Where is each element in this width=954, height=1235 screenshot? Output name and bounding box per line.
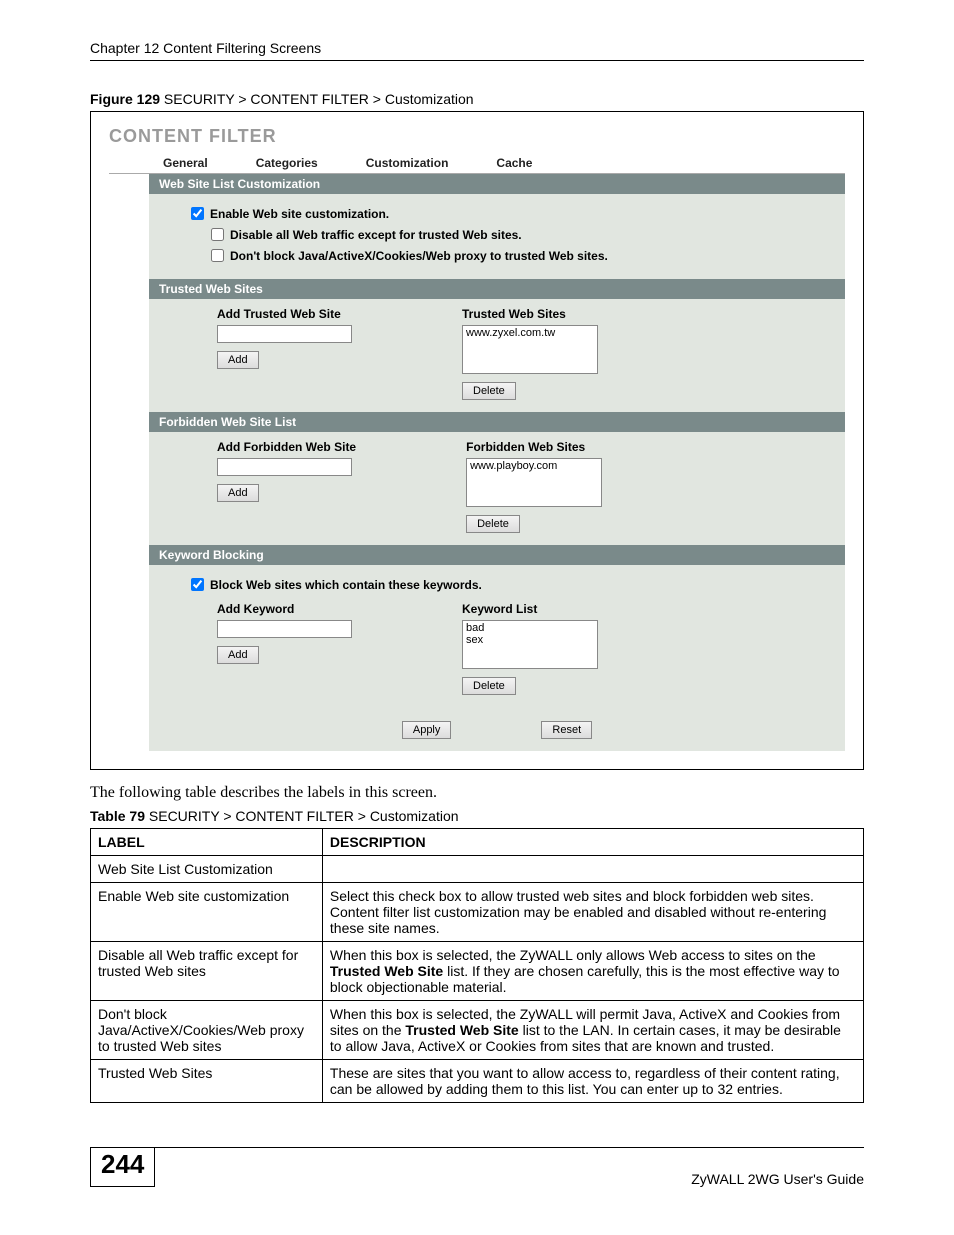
label-forbidden-list: Forbidden Web Sites [466, 440, 602, 454]
tab-customization[interactable]: Customization [342, 153, 473, 173]
tab-cache[interactable]: Cache [472, 153, 556, 173]
figure-title: SECURITY > CONTENT FILTER > Customizatio… [160, 91, 474, 107]
section-keyword-body: Block Web sites which contain these keyw… [149, 565, 845, 707]
td-desc: Select this check box to allow trusted w… [322, 883, 863, 942]
figure-number: Figure 129 [90, 91, 160, 107]
button-delete-forbidden[interactable]: Delete [466, 515, 520, 533]
tab-bar: General Categories Customization Cache [109, 153, 845, 174]
label-add-trusted: Add Trusted Web Site [217, 307, 352, 321]
table-header-row: LABEL DESCRIPTION [91, 829, 864, 856]
table-number: Table 79 [90, 808, 145, 824]
td-label: Don't block Java/ActiveX/Cookies/Web pro… [91, 1001, 323, 1060]
section-web-site-list-body: Enable Web site customization. Disable a… [149, 194, 845, 279]
section-keyword-title: Keyword Blocking [149, 545, 845, 565]
td-desc-bold: Trusted Web Site [330, 963, 443, 979]
button-delete-trusted[interactable]: Delete [462, 382, 516, 400]
button-add-forbidden[interactable]: Add [217, 484, 259, 502]
section-forbidden-title: Forbidden Web Site List [149, 412, 845, 432]
td-label: Enable Web site customization [91, 883, 323, 942]
checkbox-dont-block-java[interactable] [211, 249, 224, 262]
button-add-keyword[interactable]: Add [217, 646, 259, 664]
label-keyword-list: Keyword List [462, 602, 598, 616]
page-number: 244 [90, 1147, 155, 1187]
td-label: Disable all Web traffic except for trust… [91, 942, 323, 1001]
input-add-keyword[interactable] [217, 620, 352, 638]
listitem-keyword-1[interactable]: bad [466, 622, 594, 634]
table-caption: Table 79 SECURITY > CONTENT FILTER > Cus… [90, 808, 864, 824]
label-add-forbidden: Add Forbidden Web Site [217, 440, 356, 454]
section-trusted-title: Trusted Web Sites [149, 279, 845, 299]
td-desc [322, 856, 863, 883]
td-desc-bold: Trusted Web Site [405, 1022, 518, 1038]
td-desc: These are sites that you want to allow a… [322, 1060, 863, 1103]
th-label: LABEL [91, 829, 323, 856]
table-row: Don't block Java/ActiveX/Cookies/Web pro… [91, 1001, 864, 1060]
section-trusted-body: Add Trusted Web Site Add Trusted Web Sit… [149, 299, 845, 412]
listbox-trusted[interactable]: www.zyxel.com.tw [462, 325, 598, 374]
label-disable-all-traffic: Disable all Web traffic except for trust… [230, 228, 522, 242]
label-trusted-list: Trusted Web Sites [462, 307, 598, 321]
label-dont-block-java: Don't block Java/ActiveX/Cookies/Web pro… [230, 249, 608, 263]
td-label: Trusted Web Sites [91, 1060, 323, 1103]
checkbox-block-keywords[interactable] [191, 578, 204, 591]
input-add-forbidden[interactable] [217, 458, 352, 476]
listbox-forbidden[interactable]: www.playboy.com [466, 458, 602, 507]
table-title: SECURITY > CONTENT FILTER > Customizatio… [145, 808, 459, 824]
bottom-buttons: Apply Reset [149, 707, 845, 751]
button-apply[interactable]: Apply [402, 721, 452, 739]
td-desc: When this box is selected, the ZyWALL on… [322, 942, 863, 1001]
guide-name: ZyWALL 2WG User's Guide [691, 1171, 864, 1187]
tab-categories[interactable]: Categories [232, 153, 342, 173]
section-forbidden-body: Add Forbidden Web Site Add Forbidden Web… [149, 432, 845, 545]
th-description: DESCRIPTION [322, 829, 863, 856]
td-desc: When this box is selected, the ZyWALL wi… [322, 1001, 863, 1060]
button-reset[interactable]: Reset [541, 721, 592, 739]
checkbox-disable-all-traffic[interactable] [211, 228, 224, 241]
screenshot-container: CONTENT FILTER General Categories Custom… [90, 111, 864, 770]
button-add-trusted[interactable]: Add [217, 351, 259, 369]
chapter-header: Chapter 12 Content Filtering Screens [90, 40, 864, 61]
tab-general[interactable]: General [139, 153, 232, 173]
figure-caption: Figure 129 SECURITY > CONTENT FILTER > C… [90, 91, 864, 107]
page-footer: 244 ZyWALL 2WG User's Guide [90, 1147, 864, 1187]
td-label: Web Site List Customization [91, 856, 323, 883]
td-desc-text: When this box is selected, the ZyWALL on… [330, 947, 816, 963]
listbox-keyword[interactable]: bad sex [462, 620, 598, 669]
table-row: Web Site List Customization [91, 856, 864, 883]
listitem-forbidden-1[interactable]: www.playboy.com [470, 460, 557, 472]
content-filter-title: CONTENT FILTER [109, 126, 845, 147]
checkbox-enable-customization[interactable] [191, 207, 204, 220]
table-row: Enable Web site customization Select thi… [91, 883, 864, 942]
label-enable-customization: Enable Web site customization. [210, 207, 389, 221]
table-row: Disable all Web traffic except for trust… [91, 942, 864, 1001]
label-add-keyword: Add Keyword [217, 602, 352, 616]
input-add-trusted[interactable] [217, 325, 352, 343]
section-web-site-list-title: Web Site List Customization [149, 174, 845, 194]
listitem-keyword-2[interactable]: sex [466, 634, 594, 646]
description-table: LABEL DESCRIPTION Web Site List Customiz… [90, 828, 864, 1103]
label-block-keywords: Block Web sites which contain these keyw… [210, 578, 482, 592]
intro-text: The following table describes the labels… [90, 784, 864, 802]
button-delete-keyword[interactable]: Delete [462, 677, 516, 695]
listitem-trusted-1[interactable]: www.zyxel.com.tw [466, 327, 555, 339]
table-row: Trusted Web Sites These are sites that y… [91, 1060, 864, 1103]
